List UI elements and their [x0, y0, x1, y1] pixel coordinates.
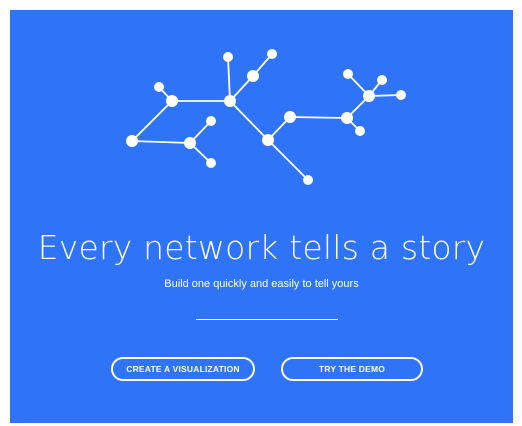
- network-graph-icon: [126, 49, 406, 185]
- hero-section: Every network tells a story Build one qu…: [10, 10, 513, 423]
- hero-headline: Every network tells a story: [37, 228, 486, 267]
- hero-divider: [196, 319, 338, 320]
- network-nodes: [126, 49, 406, 185]
- hero-tagline: Build one quickly and easily to tell you…: [164, 278, 359, 290]
- create-visualization-button[interactable]: CREATE A VISUALIZATION: [111, 357, 255, 381]
- try-demo-button[interactable]: TRY THE DEMO: [281, 357, 423, 381]
- network-edges: [131, 53, 402, 181]
